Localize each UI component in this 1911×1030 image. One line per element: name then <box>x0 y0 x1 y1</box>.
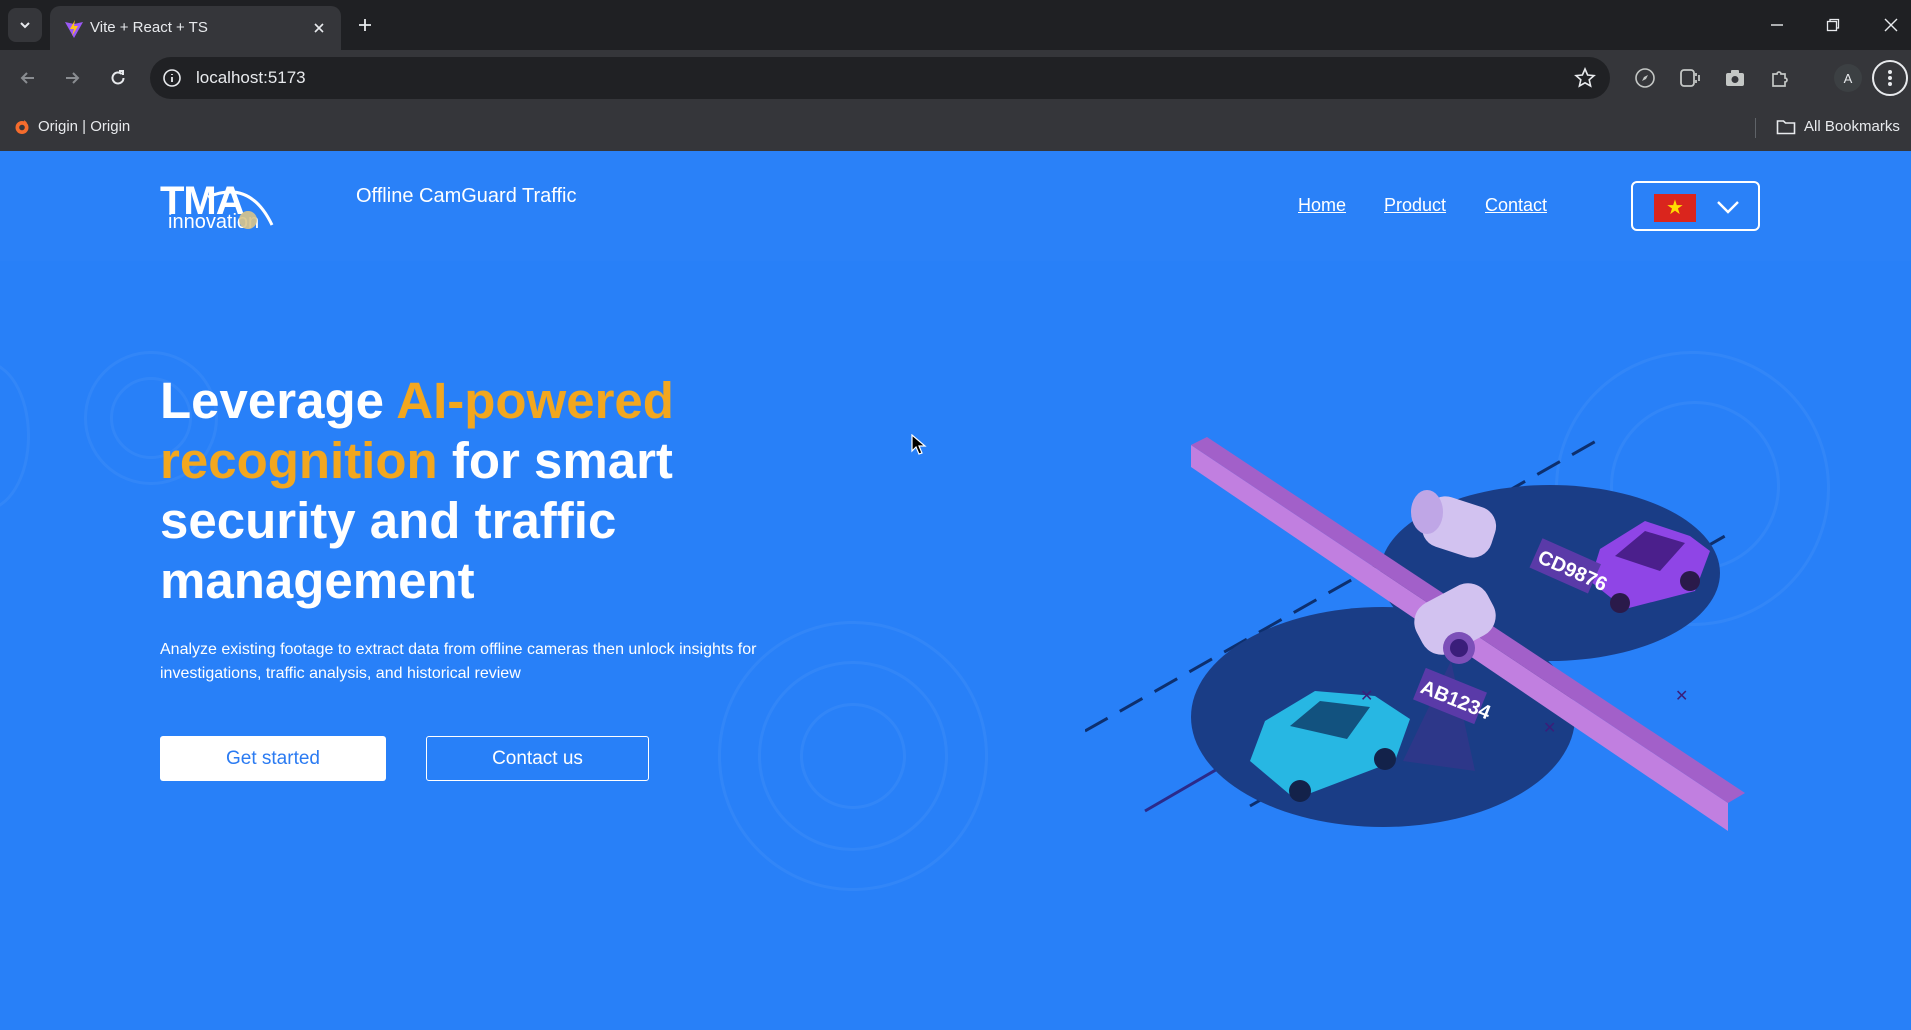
arrow-left-icon <box>20 72 34 84</box>
plus-icon <box>359 19 371 31</box>
browser-toolbar: localhost:5173 A <box>0 50 1911 106</box>
site-title: Offline CamGuard Traffic <box>356 185 577 207</box>
hero-title: Leverage AI-powered recognition for smar… <box>160 371 720 611</box>
arrow-right-icon <box>66 72 80 84</box>
camera-icon <box>1726 70 1744 86</box>
hero-title-lead: Leverage <box>160 372 397 429</box>
minimize-button[interactable] <box>1764 12 1790 38</box>
browser-menu-button[interactable] <box>1872 60 1908 96</box>
chevron-down-icon <box>1717 201 1739 214</box>
forward-button[interactable] <box>58 64 86 92</box>
language-select[interactable]: ★ <box>1631 181 1760 231</box>
minimize-icon <box>1771 24 1783 26</box>
hero-description: Analyze existing footage to extract data… <box>160 641 757 682</box>
nav-link-product[interactable]: Product <box>1384 195 1446 216</box>
url-text[interactable]: localhost:5173 <box>196 68 306 88</box>
bookmark-label: Origin | Origin <box>38 118 131 135</box>
back-button[interactable] <box>14 64 42 92</box>
puzzle-icon <box>1772 71 1788 87</box>
folder-icon <box>1776 119 1796 134</box>
restore-icon <box>1826 18 1840 32</box>
bg-decoration-ring <box>0 361 30 511</box>
traffic-camera-illustration: CD9876 AB1234 ✕ ✕ ✕ <box>1085 434 1745 831</box>
reload-icon <box>111 70 125 85</box>
extensions-button[interactable] <box>1768 66 1792 90</box>
extension-code-button[interactable] <box>1678 66 1702 90</box>
origin-logo-icon <box>15 119 29 134</box>
mouse-cursor-icon <box>911 434 927 455</box>
info-icon[interactable] <box>162 68 182 88</box>
bookmarks-divider <box>1755 118 1756 138</box>
all-bookmarks-label: All Bookmarks <box>1804 118 1900 135</box>
bookmark-origin[interactable]: Origin | Origin <box>14 118 130 135</box>
browser-tabstrip: Vite + React + TS <box>0 0 1911 50</box>
vite-logo-icon <box>65 20 83 38</box>
restore-button[interactable] <box>1820 12 1846 38</box>
reload-button[interactable] <box>104 64 132 92</box>
address-bar[interactable]: localhost:5173 <box>150 57 1610 99</box>
more-vertical-icon <box>1888 70 1892 86</box>
extension-compass-button[interactable] <box>1633 66 1657 90</box>
close-icon <box>314 23 324 33</box>
vietnam-flag-icon: ★ <box>1654 194 1696 222</box>
bg-decoration-ring <box>800 703 906 809</box>
tab-title: Vite + React + TS <box>90 19 208 36</box>
tab-close-button[interactable] <box>309 18 329 38</box>
code-extension-icon <box>1680 69 1700 87</box>
new-tab-button[interactable] <box>352 12 378 38</box>
tab-search-button[interactable] <box>8 8 42 42</box>
chevron-down-icon <box>20 22 30 29</box>
close-icon <box>1884 18 1898 32</box>
nav-link-contact[interactable]: Contact <box>1485 195 1547 216</box>
tma-logo[interactable]: TMA innovation <box>160 179 280 235</box>
svg-text:✕: ✕ <box>1360 688 1373 705</box>
logo-swoosh-icon <box>207 190 274 229</box>
profile-avatar[interactable]: A <box>1834 64 1862 92</box>
all-bookmarks-button[interactable]: All Bookmarks <box>1776 118 1900 135</box>
svg-text:✕: ✕ <box>1675 688 1688 705</box>
extension-camera-button[interactable] <box>1723 66 1747 90</box>
nav-link-home[interactable]: Home <box>1298 195 1346 216</box>
contact-us-button[interactable]: Contact us <box>426 736 649 781</box>
star-icon[interactable] <box>1574 67 1596 89</box>
get-started-button[interactable]: Get started <box>160 736 386 781</box>
svg-text:✕: ✕ <box>1543 720 1556 737</box>
compass-icon <box>1635 68 1655 88</box>
site-header: TMA innovation Offline CamGuard Traffic … <box>0 151 1911 261</box>
bookmarks-bar: Origin | Origin All Bookmarks <box>0 106 1911 151</box>
close-window-button[interactable] <box>1878 12 1904 38</box>
page-viewport: TMA innovation Offline CamGuard Traffic … <box>0 151 1911 1030</box>
browser-tab-active[interactable]: Vite + React + TS <box>50 6 341 50</box>
